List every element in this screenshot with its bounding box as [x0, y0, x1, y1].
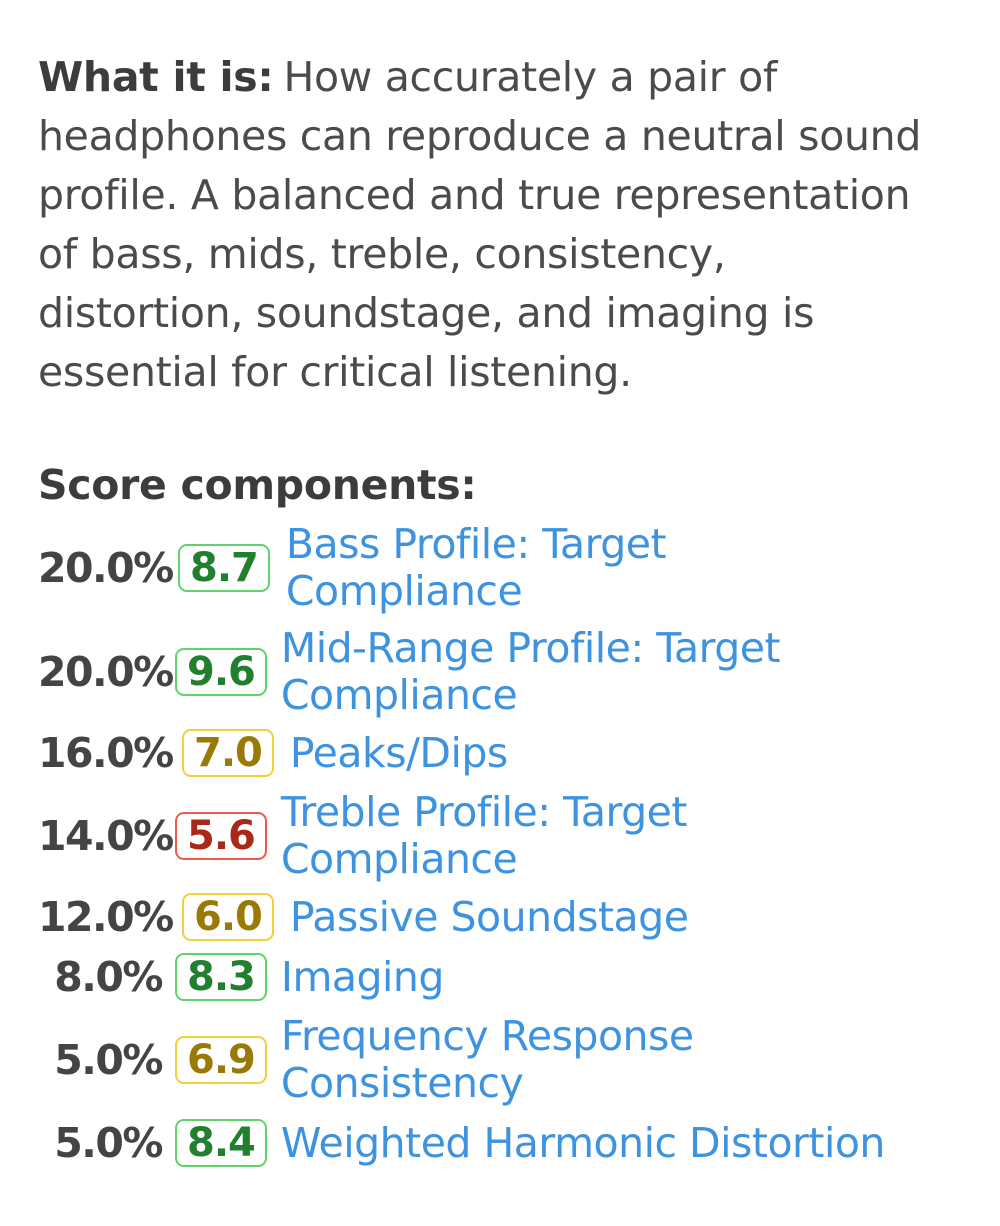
component-score-badge: 8.7	[178, 544, 270, 592]
component-weight: 14.0%	[38, 812, 174, 860]
component-weight: 12.0%	[38, 893, 174, 941]
score-component-row: 5.0% 8.4 Weighted Harmonic Distortion	[38, 1119, 938, 1167]
component-score-badge: 6.0	[182, 893, 274, 941]
component-score-badge: 7.0	[182, 729, 274, 777]
component-weight: 20.0%	[38, 544, 174, 592]
component-score-badge: 8.3	[175, 953, 267, 1001]
component-weight: 5.0%	[54, 1119, 163, 1167]
component-link-peaks-dips[interactable]: Peaks/Dips	[290, 729, 508, 777]
component-score-badge: 6.9	[175, 1036, 267, 1084]
score-components-list: 20.0% 8.7 Bass Profile: Target Complianc…	[38, 521, 938, 1167]
component-score-badge: 8.4	[175, 1119, 267, 1167]
score-component-row: 20.0% 8.7 Bass Profile: Target Complianc…	[38, 521, 938, 615]
description-text: How accurately a pair of headphones can …	[38, 53, 922, 396]
component-link-passive-soundstage[interactable]: Passive Soundstage	[290, 893, 689, 941]
score-component-row: 12.0% 6.0 Passive Soundstage	[38, 893, 938, 941]
score-panel: What it is: How accurately a pair of head…	[38, 48, 938, 1167]
component-link-imaging[interactable]: Imaging	[281, 953, 445, 1001]
component-link-bass-profile[interactable]: Bass Profile: Target Compliance	[286, 521, 706, 615]
description-label: What it is:	[38, 53, 274, 101]
component-link-mid-range-profile[interactable]: Mid-Range Profile: Target Compliance	[281, 625, 841, 719]
component-weight: 20.0%	[38, 648, 174, 696]
score-component-row: 5.0% 6.9 Frequency Response Consistency	[38, 1013, 938, 1107]
component-link-treble-profile[interactable]: Treble Profile: Target Compliance	[281, 789, 741, 883]
component-weight: 8.0%	[54, 953, 163, 1001]
score-components-title: Score components:	[38, 461, 477, 509]
score-component-row: 14.0% 5.6 Treble Profile: Target Complia…	[38, 789, 938, 883]
component-weight: 5.0%	[54, 1036, 163, 1084]
component-weight: 16.0%	[38, 729, 174, 777]
description: What it is: How accurately a pair of head…	[38, 48, 938, 402]
component-score-badge: 9.6	[175, 648, 267, 696]
component-link-frequency-response-consistency[interactable]: Frequency Response Consistency	[281, 1013, 741, 1107]
component-link-weighted-harmonic-distortion[interactable]: Weighted Harmonic Distortion	[281, 1119, 886, 1167]
component-score-badge: 5.6	[175, 812, 267, 860]
score-component-row: 8.0% 8.3 Imaging	[38, 953, 938, 1001]
score-component-row: 20.0% 9.6 Mid-Range Profile: Target Comp…	[38, 625, 938, 719]
score-component-row: 16.0% 7.0 Peaks/Dips	[38, 729, 938, 777]
